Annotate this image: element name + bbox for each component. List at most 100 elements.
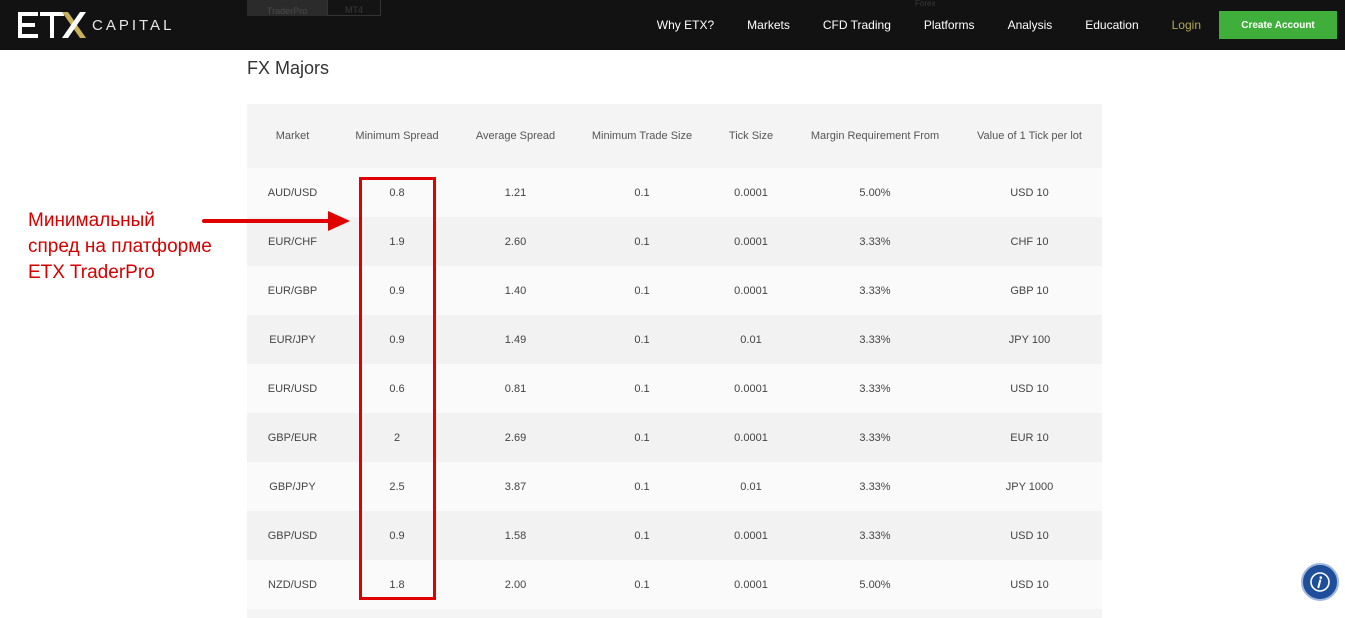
table-cell: USD 10 bbox=[957, 364, 1102, 413]
table-cell: GBP 10 bbox=[957, 266, 1102, 315]
table-cell: 3.33% bbox=[793, 266, 957, 315]
table-cell: 3.33% bbox=[793, 511, 957, 560]
table-row: GBP/USD 0.9 1.58 0.1 0.0001 3.33% USD 10 bbox=[247, 511, 1102, 560]
main-nav: Why ETX? Markets CFD Trading Platforms A… bbox=[657, 0, 1345, 50]
page: CAPITAL TraderPro MT4 Forex Why ETX? Mar… bbox=[0, 0, 1345, 618]
column-header: Tick Size bbox=[709, 104, 793, 168]
table-cell: 0.0001 bbox=[709, 168, 793, 217]
table-cell: 3.33% bbox=[793, 217, 957, 266]
create-account-button[interactable]: Create Account bbox=[1219, 11, 1337, 39]
table-cell: 0.1 bbox=[575, 168, 709, 217]
table-cell: 0.1 bbox=[575, 462, 709, 511]
nav-analysis[interactable]: Analysis bbox=[1008, 18, 1053, 32]
table-cell: 5.00% bbox=[793, 168, 957, 217]
table-cell: 0.01 bbox=[709, 462, 793, 511]
header-row: Market Minimum Spread Average Spread Minimu… bbox=[247, 104, 1102, 168]
table-cell: 0.1 bbox=[575, 560, 709, 609]
table-cell: 1.8 bbox=[338, 560, 456, 609]
table-cell: EUR/JPY bbox=[247, 315, 338, 364]
table-cell: 2.60 bbox=[456, 217, 575, 266]
table-cell: 0.8 bbox=[338, 168, 456, 217]
column-header: Market bbox=[247, 104, 338, 168]
table-cell: 2.5 bbox=[338, 462, 456, 511]
table-cell: 0.0001 bbox=[709, 266, 793, 315]
table-cell: 0.0001 bbox=[709, 560, 793, 609]
annotation-line: спред на платформе bbox=[28, 236, 212, 257]
table-cell: 0.0001 bbox=[709, 511, 793, 560]
table-cell: 3.33% bbox=[793, 315, 957, 364]
annotation-arrow-icon bbox=[202, 211, 350, 231]
table-cell: 3.33% bbox=[793, 413, 957, 462]
tab-traderpro[interactable]: TraderPro bbox=[247, 0, 327, 16]
nav-cfd-trading[interactable]: CFD Trading bbox=[823, 18, 891, 32]
table-cell: 3.33% bbox=[793, 462, 957, 511]
table-cell: 0.81 bbox=[456, 364, 575, 413]
table-header: Market Minimum Spread Average Spread Minimu… bbox=[247, 104, 1102, 168]
table-cell: 1.40 bbox=[456, 266, 575, 315]
table-cell: EUR/USD bbox=[247, 364, 338, 413]
column-header: Minimum Spread bbox=[338, 104, 456, 168]
table-cell: GBP/EUR bbox=[247, 413, 338, 462]
table-cell: 0.9 bbox=[338, 511, 456, 560]
logo-wordmark: CAPITAL bbox=[92, 17, 175, 34]
table-cell: JPY 100 bbox=[957, 315, 1102, 364]
table-cell: 0.9 bbox=[338, 266, 456, 315]
table-cell: 0.1 bbox=[575, 364, 709, 413]
table-cell: 2.00 bbox=[456, 560, 575, 609]
table-cell: GBP/JPY bbox=[247, 462, 338, 511]
table-row: EUR/CHF 1.9 2.60 0.1 0.0001 3.33% CHF 10 bbox=[247, 217, 1102, 266]
column-header: Minimum Trade Size bbox=[575, 104, 709, 168]
section-title: FX Majors bbox=[247, 58, 330, 78]
table-cell: USD 10 bbox=[957, 168, 1102, 217]
table-cell: 0.1 bbox=[575, 217, 709, 266]
platform-tabs: TraderPro MT4 bbox=[247, 0, 381, 16]
table-row: EUR/USD 0.6 0.81 0.1 0.0001 3.33% USD 10 bbox=[247, 364, 1102, 413]
table-cell: 0.1 bbox=[575, 315, 709, 364]
table-cell: GBP/USD bbox=[247, 511, 338, 560]
table-cell: 0.1 bbox=[575, 511, 709, 560]
table-cell: 1.21 bbox=[456, 168, 575, 217]
login-link[interactable]: Login bbox=[1172, 18, 1201, 32]
tab-mt4[interactable]: MT4 bbox=[327, 0, 381, 16]
etx-logo-mark-icon bbox=[18, 12, 86, 38]
table-cell: 0.0001 bbox=[709, 217, 793, 266]
table-cell: 5.00% bbox=[793, 560, 957, 609]
fx-majors-table: Market Minimum Spread Average Spread Minimu… bbox=[247, 104, 1102, 609]
table-cell: 1.58 bbox=[456, 511, 575, 560]
table-body: AUD/USD 0.8 1.21 0.1 0.0001 5.00% USD 10 EUR/CH… bbox=[247, 168, 1102, 609]
table-cell: 0.01 bbox=[709, 315, 793, 364]
table-cell: 3.87 bbox=[456, 462, 575, 511]
table-cell: 1.49 bbox=[456, 315, 575, 364]
table-cell: USD 10 bbox=[957, 511, 1102, 560]
fx-majors-table-container: Market Minimum Spread Average Spread Minimu… bbox=[247, 104, 1102, 618]
table-cell: 0.0001 bbox=[709, 413, 793, 462]
table-cell: EUR 10 bbox=[957, 413, 1102, 462]
table-cell: NZD/USD bbox=[247, 560, 338, 609]
table-cell: 2.69 bbox=[456, 413, 575, 462]
annotation-line: ETX TraderPro bbox=[28, 262, 155, 283]
nav-markets[interactable]: Markets bbox=[747, 18, 790, 32]
table-cell: EUR/GBP bbox=[247, 266, 338, 315]
table-cell: 0.1 bbox=[575, 266, 709, 315]
table-cell: 2 bbox=[338, 413, 456, 462]
table-row: GBP/EUR 2 2.69 0.1 0.0001 3.33% EUR 10 bbox=[247, 413, 1102, 462]
column-header: Margin Requirement From bbox=[793, 104, 957, 168]
table-cell: USD 10 bbox=[957, 560, 1102, 609]
table-cell: JPY 1000 bbox=[957, 462, 1102, 511]
table-cell: 0.1 bbox=[575, 413, 709, 462]
nav-why-etx[interactable]: Why ETX? bbox=[657, 18, 714, 32]
table-row: GBP/JPY 2.5 3.87 0.1 0.01 3.33% JPY 1000 bbox=[247, 462, 1102, 511]
table-row: EUR/GBP 0.9 1.40 0.1 0.0001 3.33% GBP 10 bbox=[247, 266, 1102, 315]
info-chat-button[interactable] bbox=[1301, 563, 1339, 601]
nav-education[interactable]: Education bbox=[1085, 18, 1138, 32]
table-row: EUR/JPY 0.9 1.49 0.1 0.01 3.33% JPY 100 bbox=[247, 315, 1102, 364]
table-cell: 1.9 bbox=[338, 217, 456, 266]
nav-platforms[interactable]: Platforms bbox=[924, 18, 975, 32]
info-icon bbox=[1310, 572, 1330, 592]
table-row: NZD/USD 1.8 2.00 0.1 0.0001 5.00% USD 10 bbox=[247, 560, 1102, 609]
table-row: AUD/USD 0.8 1.21 0.1 0.0001 5.00% USD 10 bbox=[247, 168, 1102, 217]
column-header: Value of 1 Tick per lot bbox=[957, 104, 1102, 168]
table-cell: CHF 10 bbox=[957, 217, 1102, 266]
etx-logo[interactable]: CAPITAL bbox=[18, 10, 174, 40]
table-cell: 0.9 bbox=[338, 315, 456, 364]
